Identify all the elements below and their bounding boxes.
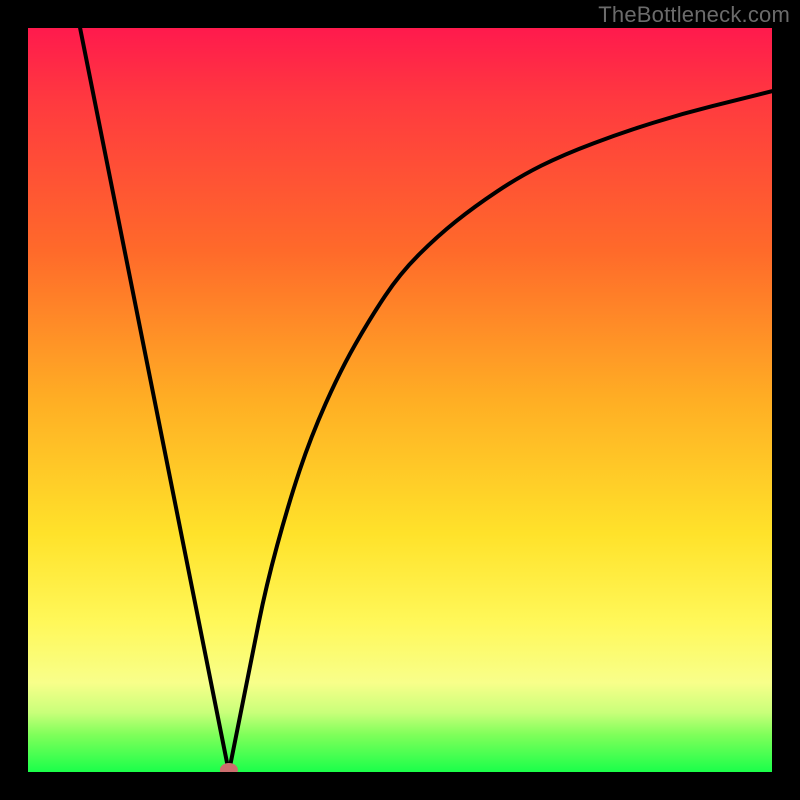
attribution-text: TheBottleneck.com	[598, 2, 790, 28]
curve-left-branch	[80, 28, 229, 772]
chart-frame: TheBottleneck.com	[0, 0, 800, 800]
curve-svg	[28, 28, 772, 772]
curve-group	[80, 28, 772, 772]
curve-right-branch	[229, 91, 772, 772]
plot-area	[28, 28, 772, 772]
min-marker-dot	[220, 763, 238, 772]
